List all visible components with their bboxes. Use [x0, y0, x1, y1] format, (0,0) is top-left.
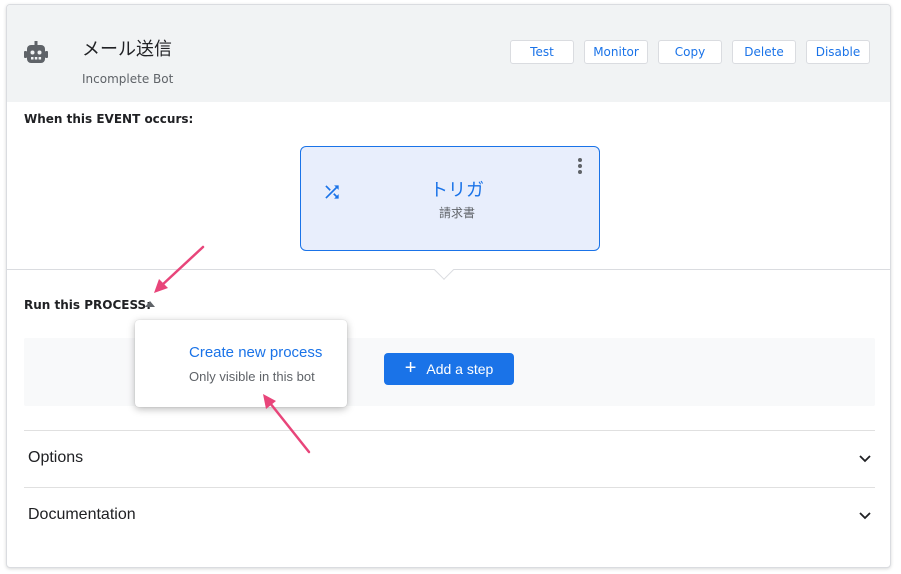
robot-icon: [24, 41, 48, 63]
trigger-table: 請求書: [438, 206, 475, 220]
create-new-process-link[interactable]: Create new process: [189, 344, 322, 361]
divider-notch: [434, 260, 454, 280]
popup-hint: Only visible in this bot: [189, 369, 315, 384]
options-header[interactable]: Options: [28, 449, 83, 467]
bot-editor-card: メール送信 Incomplete Bot Test Monitor Copy D…: [6, 4, 891, 568]
bot-header: メール送信 Incomplete Bot Test Monitor Copy D…: [7, 5, 890, 102]
copy-button[interactable]: Copy: [658, 40, 722, 64]
options-divider: [24, 430, 875, 431]
more-vert-icon[interactable]: [577, 157, 583, 175]
trigger-card[interactable]: トリガ 請求書: [300, 146, 600, 251]
create-process-popup[interactable]: Create new process Only visible in this …: [135, 320, 347, 407]
add-step-button[interactable]: + Add a step: [384, 353, 514, 385]
event-section-label: When this EVENT occurs:: [24, 112, 194, 126]
add-step-label: Add a step: [426, 361, 494, 377]
caret-up-icon[interactable]: [145, 301, 155, 307]
disable-button[interactable]: Disable: [806, 40, 870, 64]
chevron-down-icon[interactable]: [859, 512, 871, 520]
bot-title: メール送信: [82, 39, 172, 60]
process-section-label: Run this PROCESS:: [24, 298, 152, 312]
monitor-button[interactable]: Monitor: [584, 40, 648, 64]
documentation-divider: [24, 487, 875, 488]
delete-button[interactable]: Delete: [732, 40, 796, 64]
test-button[interactable]: Test: [510, 40, 574, 64]
chevron-down-icon[interactable]: [859, 455, 871, 463]
documentation-header[interactable]: Documentation: [28, 506, 136, 524]
plus-icon: +: [404, 357, 417, 379]
bot-status: Incomplete Bot: [82, 72, 174, 86]
trigger-title: トリガ: [430, 180, 484, 201]
